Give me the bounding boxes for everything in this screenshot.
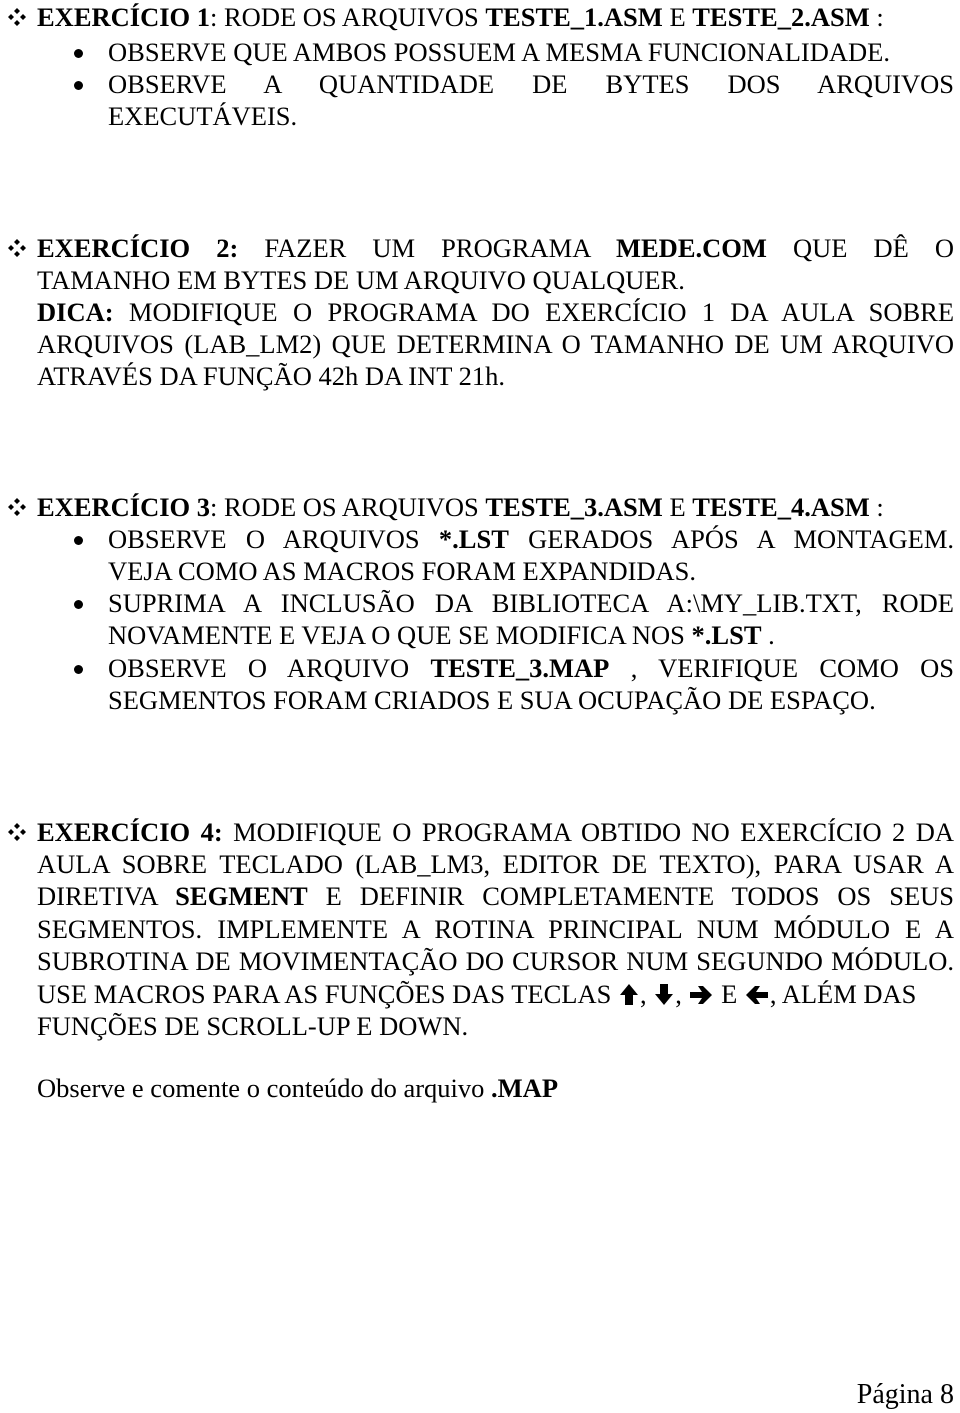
exercise-2-line-4: ARQUIVOS (LAB_LM2) QUE DETERMINA O TAMAN… <box>37 329 954 359</box>
text: USE MACROS PARA AS FUNÇÕES DAS TECLAS <box>37 979 618 1009</box>
bullet-icon <box>74 49 83 58</box>
file-name: TESTE_2.ASM <box>692 2 870 32</box>
file-name: *.LST <box>691 620 762 650</box>
exercise-3-item-2-cont: NOVAMENTE E VEJA O QUE SE MODIFICA NOS *… <box>108 619 954 651</box>
text: E DEFINIR COMPLETAMENTE TODOS OS SEUS <box>325 881 955 911</box>
text: , <box>639 979 647 1009</box>
note-line: Observe e comente o conteúdo do arquivo … <box>37 1072 954 1104</box>
bullet-icon <box>74 600 83 609</box>
exercise-3-title: EXERCÍCIO 3 <box>37 492 211 522</box>
document-page: EXERCÍCIO 1: RODE OS ARQUIVOS TESTE_1.AS… <box>0 0 960 1413</box>
exercise-1-title: EXERCÍCIO 1 <box>37 2 211 32</box>
text: OBSERVE O ARQUIVO <box>108 653 410 683</box>
diamond-bullet-icon <box>8 8 26 26</box>
diamond-bullet-icon <box>8 823 26 841</box>
text: Observe e comente o conteúdo do arquivo <box>37 1073 492 1103</box>
text: : RODE OS ARQUIVOS <box>210 2 486 32</box>
exercise-1-item-2-cont: EXECUTÁVEIS. <box>108 101 298 131</box>
diamond-bullet-icon <box>8 498 26 516</box>
file-extension: .MAP <box>491 1073 559 1103</box>
directive-name: SEGMENT <box>175 881 308 911</box>
exercise-4-line-7: FUNÇÕES DE SCROLL-UP E DOWN. <box>37 1011 469 1041</box>
exercise-3-heading: EXERCÍCIO 3: RODE OS ARQUIVOS TESTE_3.AS… <box>37 491 954 523</box>
exercise-4-line-5: SUBROTINA DE MOVIMENTAÇÃO DO CURSOR NUM … <box>37 946 954 976</box>
exercise-4-line-2: AULA SOBRE TECLADO (LAB_LM3, EDITOR DE T… <box>37 849 954 879</box>
text: OBSERVE O ARQUIVOS <box>108 524 420 554</box>
exercise-2-title: EXERCÍCIO 2: <box>37 233 239 263</box>
text: NOVAMENTE E VEJA O QUE SE MODIFICA NOS <box>108 620 692 650</box>
exercise-1-item-2: OBSERVE A QUANTIDADE DE BYTES DOS ARQUIV… <box>108 69 954 99</box>
exercise-4-title: EXERCÍCIO 4: <box>37 817 223 847</box>
file-name: MEDE.COM <box>616 233 767 263</box>
text: FAZER UM PROGRAMA <box>264 233 590 263</box>
text: E <box>714 979 744 1009</box>
exercise-4-heading: EXERCÍCIO 4: MODIFIQUE O PROGRAMA OBTIDO… <box>37 816 954 848</box>
arrow-right-icon <box>690 986 713 1004</box>
text: MODIFIQUE O PROGRAMA DO EXERCÍCIO 1 DA A… <box>128 297 955 327</box>
arrow-down-icon <box>655 984 674 1005</box>
file-name: TESTE_3.MAP <box>430 653 610 683</box>
file-name: *.LST <box>438 524 509 554</box>
text: : <box>869 492 884 522</box>
arrow-up-icon <box>619 984 638 1005</box>
file-name: TESTE_1.ASM <box>485 2 663 32</box>
exercise-3-item-3-cont: SEGMENTOS FORAM CRIADOS E SUA OCUPAÇÃO D… <box>108 685 876 715</box>
file-name: TESTE_4.ASM <box>692 492 870 522</box>
text: E <box>662 2 693 32</box>
tip-label: DICA: <box>37 297 114 327</box>
text: MODIFIQUE O PROGRAMA OBTIDO NO EXERCÍCIO… <box>233 817 954 847</box>
text: GERADOS APÓS A MONTAGEM. <box>528 524 955 554</box>
exercise-1-item-1: OBSERVE QUE AMBOS POSSUEM A MESMA FUNCIO… <box>108 37 890 67</box>
text: QUE DÊ O <box>792 233 955 263</box>
exercise-3-item-1: OBSERVE O ARQUIVOS *.LST GERADOS APÓS A … <box>108 523 954 555</box>
bullet-icon <box>74 81 83 90</box>
text: DIRETIVA <box>37 881 158 911</box>
text: . <box>761 620 775 650</box>
exercise-4-line-3: DIRETIVA SEGMENT E DEFINIR COMPLETAMENTE… <box>37 880 954 912</box>
arrow-left-icon <box>745 986 768 1004</box>
page-number: Página 8 <box>856 1379 954 1410</box>
text: : RODE OS ARQUIVOS <box>210 492 486 522</box>
exercise-1-heading: EXERCÍCIO 1: RODE OS ARQUIVOS TESTE_1.AS… <box>37 1 954 33</box>
text: : <box>869 2 884 32</box>
exercise-3-item-2: SUPRIMA A INCLUSÃO DA BIBLIOTECA A:\MY_L… <box>108 588 954 618</box>
exercise-4-line-6: USE MACROS PARA AS FUNÇÕES DAS TECLAS , … <box>37 978 954 1010</box>
text: , ALÉM DAS <box>769 979 917 1009</box>
file-name: TESTE_3.ASM <box>485 492 663 522</box>
exercise-3-item-1-cont: VEJA COMO AS MACROS FORAM EXPANDIDAS. <box>108 556 697 586</box>
bullet-icon <box>74 665 83 674</box>
text: , VERIFIQUE COMO OS <box>630 653 955 683</box>
exercise-2-line-2: TAMANHO EM BYTES DE UM ARQUIVO QUALQUER. <box>37 265 685 295</box>
bullet-icon <box>74 536 83 545</box>
exercise-2-heading: EXERCÍCIO 2: FAZER UM PROGRAMA MEDE.COM … <box>37 232 954 264</box>
exercise-2-tip: DICA: MODIFIQUE O PROGRAMA DO EXERCÍCIO … <box>37 296 954 328</box>
diamond-bullet-icon <box>8 239 26 257</box>
exercise-4-line-4: SEGMENTOS. IMPLEMENTE A ROTINA PRINCIPAL… <box>37 914 954 944</box>
exercise-2-line-5: ATRAVÉS DA FUNÇÃO 42h DA INT 21h. <box>37 361 505 391</box>
exercise-3-item-3: OBSERVE O ARQUIVO TESTE_3.MAP , VERIFIQU… <box>108 652 954 684</box>
text: , <box>675 979 682 1009</box>
text: E <box>662 492 693 522</box>
